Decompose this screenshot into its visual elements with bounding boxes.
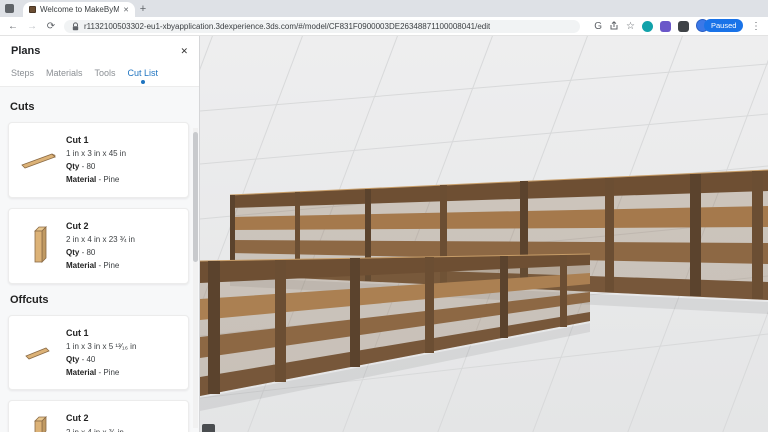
extension-teal-icon[interactable]	[642, 21, 653, 32]
cut-dimensions: 1 in x 3 in x 5 ¹³⁄₁₆ in	[66, 341, 136, 354]
3d-scene	[200, 36, 768, 432]
share-icon[interactable]	[609, 21, 619, 31]
plans-panel: Plans ✕ Steps Materials Tools Cut List C…	[0, 36, 200, 432]
section-heading-cuts: Cuts	[10, 101, 189, 113]
qty-label: Qty	[66, 248, 79, 257]
tab-materials[interactable]: Materials	[46, 68, 83, 78]
tab-strip: Welcome to MakeByMe ✕ +	[0, 0, 768, 17]
browser-tab[interactable]: Welcome to MakeByMe ✕	[23, 2, 135, 17]
extension-violet-icon[interactable]	[660, 21, 671, 32]
panel-title: Plans	[11, 45, 40, 57]
cut-list-content[interactable]: Cuts Cut 1 1 in x 3 in x 45 in Qty - 80 …	[0, 87, 199, 432]
cut-card-text: Cut 2 2 in x 4 in x ¾ in	[66, 411, 124, 432]
sync-paused-badge[interactable]: Paused	[704, 19, 743, 32]
lock-icon	[72, 22, 79, 31]
new-tab-button[interactable]: +	[135, 2, 151, 17]
close-icon[interactable]: ✕	[180, 46, 188, 57]
material-label: Material	[66, 368, 96, 377]
cut-card-text: Cut 2 2 in x 4 in x 23 ¾ in Qty - 80 Mat…	[66, 219, 135, 273]
viewport-bottom-tab[interactable]	[202, 424, 215, 432]
browser-toolbar: ← → ⟳ r1132100503302-eu1-xbyapplication.…	[0, 17, 768, 36]
plans-panel-header: Plans ✕	[0, 36, 199, 66]
cut-dimensions: 2 in x 4 in x ¾ in	[66, 427, 124, 432]
reload-icon[interactable]: ⟳	[45, 21, 57, 32]
tab-search-icon[interactable]	[5, 4, 14, 13]
address-bar[interactable]: r1132100503302-eu1-xbyapplication.3dexpe…	[64, 20, 580, 33]
material-label: Material	[66, 175, 96, 184]
back-icon[interactable]: ←	[7, 21, 19, 32]
cut-title: Cut 2	[66, 219, 135, 233]
cut-title: Cut 1	[66, 326, 136, 340]
offcut-card[interactable]: Cut 2 2 in x 4 in x ¾ in	[8, 400, 189, 432]
section-heading-offcuts: Offcuts	[10, 294, 189, 306]
post-icon	[17, 219, 61, 273]
toolbar-right-icons: G ☆ Paused ⋮	[594, 19, 761, 33]
cut-card-text: Cut 1 1 in x 3 in x 5 ¹³⁄₁₆ in Qty - 40 …	[66, 326, 136, 380]
offcut-card[interactable]: Cut 1 1 in x 3 in x 5 ¹³⁄₁₆ in Qty - 40 …	[8, 315, 189, 391]
qty-value: - 80	[79, 162, 95, 171]
cut-card-text: Cut 1 1 in x 3 in x 45 in Qty - 80 Mater…	[66, 133, 126, 187]
tab-close-icon[interactable]: ✕	[123, 6, 129, 14]
cut-dimensions: 2 in x 4 in x 23 ¾ in	[66, 234, 135, 247]
qty-value: - 40	[79, 355, 95, 364]
browser-window: Welcome to MakeByMe ✕ + ← → ⟳ r113210050…	[0, 0, 768, 432]
panel-scrollbar-thumb[interactable]	[193, 132, 198, 262]
g-icon[interactable]: G	[594, 21, 602, 32]
material-label: Material	[66, 261, 96, 270]
extension-dark-icon[interactable]	[678, 21, 689, 32]
cut-card[interactable]: Cut 1 1 in x 3 in x 45 in Qty - 80 Mater…	[8, 122, 189, 198]
url-text: r1132100503302-eu1-xbyapplication.3dexpe…	[84, 22, 490, 31]
forward-icon[interactable]: →	[26, 21, 38, 32]
qty-label: Qty	[66, 162, 79, 171]
profile-cluster: Paused	[696, 19, 744, 33]
cut-card[interactable]: Cut 2 2 in x 4 in x 23 ¾ in Qty - 80 Mat…	[8, 208, 189, 284]
material-value: - Pine	[96, 261, 119, 270]
bookmark-star-icon[interactable]: ☆	[626, 21, 635, 32]
short-plank-icon	[17, 326, 61, 380]
site-favicon-icon	[29, 6, 36, 13]
material-value: - Pine	[96, 368, 119, 377]
tab-title: Welcome to MakeByMe	[40, 5, 119, 14]
plank-icon	[17, 133, 61, 187]
plans-tab-bar: Steps Materials Tools Cut List	[0, 66, 199, 87]
tab-cut-list[interactable]: Cut List	[128, 68, 159, 78]
tab-tools[interactable]: Tools	[95, 68, 116, 78]
small-block-icon	[17, 411, 61, 432]
tab-steps[interactable]: Steps	[11, 68, 34, 78]
cut-title: Cut 1	[66, 133, 126, 147]
fence-front-row	[200, 254, 590, 396]
qty-label: Qty	[66, 355, 79, 364]
menu-icon[interactable]: ⋮	[751, 21, 761, 32]
qty-value: - 80	[79, 248, 95, 257]
page-content: Plans ✕ Steps Materials Tools Cut List C…	[0, 36, 768, 432]
cut-title: Cut 2	[66, 411, 124, 425]
material-value: - Pine	[96, 175, 119, 184]
3d-viewport[interactable]	[200, 36, 768, 432]
cut-dimensions: 1 in x 3 in x 45 in	[66, 148, 126, 161]
